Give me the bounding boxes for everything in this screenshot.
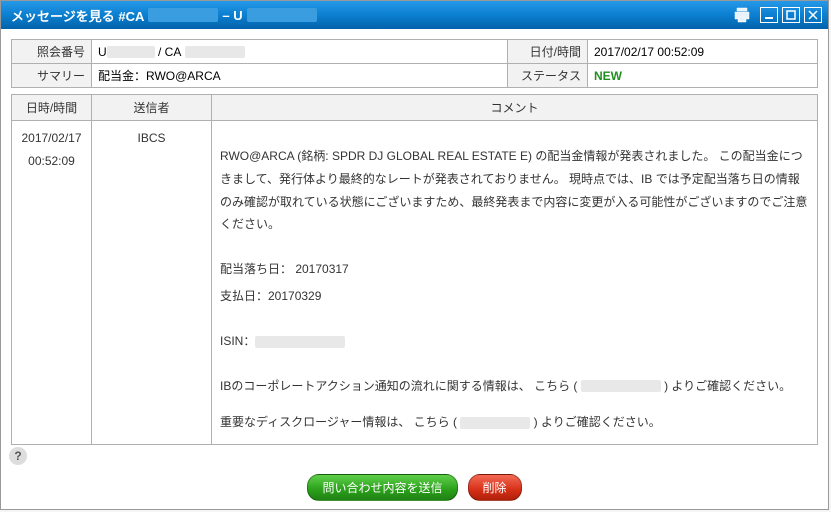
info-table: 照会番号 U / CA 日付/時間 2017/02/17 00:52:09 サマ… [11,39,818,88]
link2-redact [460,417,530,429]
summary-label: サマリー [12,64,92,88]
cell-time: 00:52:09 [20,150,83,173]
ref-redact-ca [185,46,245,58]
comment-body: RWO@ARCA (銘柄: SPDR DJ GLOBAL REAL ESTATE… [220,127,809,434]
message-window: メッセージを見る #CA – U 照会番号 [0,0,829,510]
titlebar: メッセージを見る #CA – U [1,1,828,29]
status-label: ステータス [508,64,588,88]
isin-label: ISIN： [220,334,255,348]
footer-actions: 問い合わせ内容を送信 削除 [1,474,828,501]
print-icon[interactable] [732,6,752,24]
datetime-label: 日付/時間 [508,40,588,64]
col-datetime: 日時/時間 [12,95,92,121]
cell-date: 2017/02/17 [20,127,83,150]
ref-u-prefix: U [98,45,107,59]
help-icon[interactable]: ? [9,447,27,465]
ref-label: 照会番号 [12,40,92,64]
summary-value: 配当金：RWO@ARCA [92,64,508,88]
title-redacted-user [247,8,317,22]
cell-sender: IBCS [92,121,212,445]
minimize-icon[interactable] [760,7,778,23]
window-title: メッセージを見る #CA – U [11,6,732,25]
close-icon[interactable] [804,7,822,23]
maximize-icon[interactable] [782,7,800,23]
col-comment: コメント [212,95,818,121]
status-value: NEW [588,64,818,88]
ref-value: U / CA [92,40,508,64]
content-area: 照会番号 U / CA 日付/時間 2017/02/17 00:52:09 サマ… [1,29,828,449]
comment-link1: IBのコーポレートアクション通知の流れに関する情報は、 こちら ( ) よりご確… [220,375,809,398]
datetime-value: 2017/02/17 00:52:09 [588,40,818,64]
send-button[interactable]: 問い合わせ内容を送信 [307,474,457,501]
delete-button[interactable]: 削除 [468,474,522,501]
message-table: 日時/時間 送信者 コメント 2017/02/17 00:52:09 IBCS [11,94,818,445]
isin-redact [255,336,345,348]
titlebar-controls [732,6,822,24]
link1-redact [581,380,661,392]
cell-comment: RWO@ARCA (銘柄: SPDR DJ GLOBAL REAL ESTATE… [212,121,818,445]
title-redacted-id [148,8,218,22]
table-row: 2017/02/17 00:52:09 IBCS RWO@ARCA (銘柄: S… [12,121,818,445]
cell-datetime: 2017/02/17 00:52:09 [12,121,92,445]
comment-p1: RWO@ARCA (銘柄: SPDR DJ GLOBAL REAL ESTATE… [220,145,809,236]
title-prefix: メッセージを見る #CA [11,6,144,25]
title-sep: – U [222,8,242,23]
comment-ex-date: 配当落ち日： 20170317 [220,258,809,281]
comment-pay-date: 支払日：20170329 [220,285,809,308]
ref-sep: / CA [158,45,181,59]
comment-link2: 重要なディスクロージャー情報は、 こちら ( ) よりご確認ください。 [220,411,809,434]
ref-redact-u [107,46,155,58]
comment-isin: ISIN： [220,330,809,353]
col-sender: 送信者 [92,95,212,121]
status-badge: NEW [594,69,622,83]
